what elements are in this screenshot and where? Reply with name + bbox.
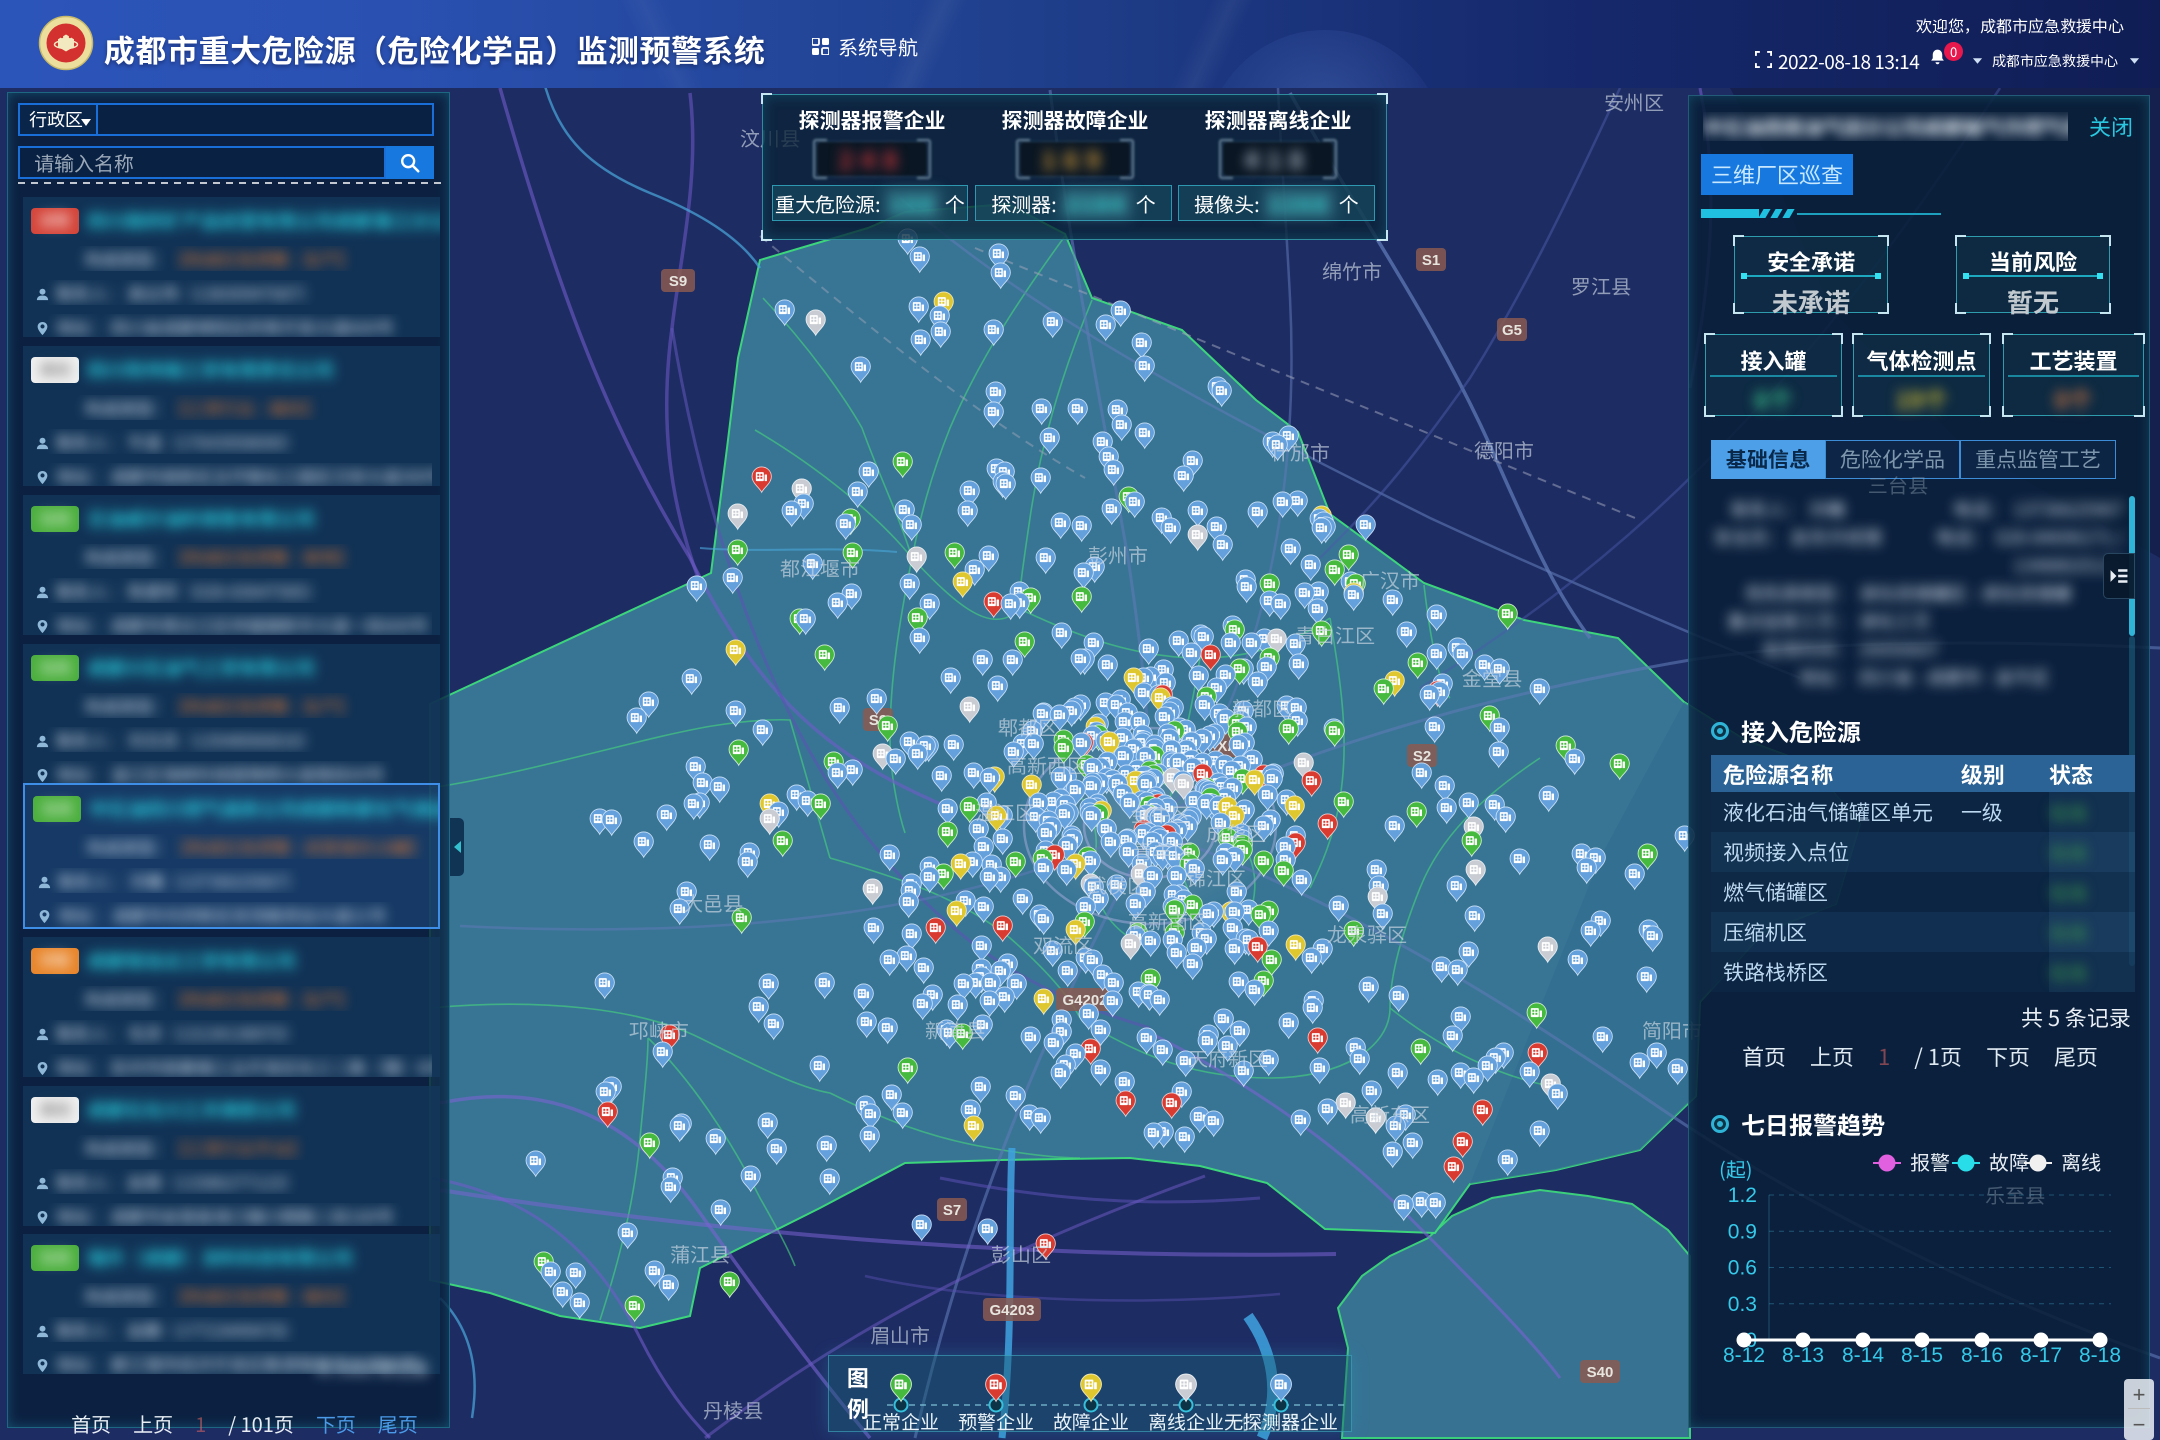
svg-text:锦江区: 锦江区 bbox=[1186, 863, 1246, 892]
svg-text:绵竹市: 绵竹市 bbox=[1322, 256, 1382, 285]
svg-text:眉山市: 眉山市 bbox=[870, 1320, 930, 1349]
svg-text:高新东区: 高新东区 bbox=[1350, 1099, 1430, 1128]
svg-text:丹棱县: 丹棱县 bbox=[703, 1395, 763, 1424]
svg-text:青羊区: 青羊区 bbox=[1133, 836, 1193, 865]
svg-text:金牛区: 金牛区 bbox=[1131, 799, 1191, 828]
svg-text:S2: S2 bbox=[1413, 748, 1431, 765]
svg-text:青白江区: 青白江区 bbox=[1295, 620, 1375, 649]
svg-text:双流区: 双流区 bbox=[1033, 930, 1093, 959]
svg-text:郫都区: 郫都区 bbox=[998, 712, 1058, 741]
svg-text:G4203: G4203 bbox=[989, 1302, 1034, 1319]
svg-text:G5: G5 bbox=[1502, 322, 1522, 339]
svg-text:武侯区: 武侯区 bbox=[1087, 870, 1147, 899]
svg-text:彭山区: 彭山区 bbox=[991, 1239, 1051, 1268]
svg-text:1.2: 1.2 bbox=[1728, 1184, 1757, 1207]
svg-text:广汉市: 广汉市 bbox=[1360, 565, 1420, 594]
svg-text:成华区: 成华区 bbox=[1206, 818, 1266, 847]
svg-text:S7: S7 bbox=[943, 1202, 961, 1219]
svg-text:金堂县: 金堂县 bbox=[1462, 663, 1522, 692]
svg-text:0.9: 0.9 bbox=[1728, 1220, 1757, 1243]
svg-text:德阳市: 德阳市 bbox=[1474, 435, 1534, 464]
svg-text:彭州市: 彭州市 bbox=[1088, 540, 1148, 569]
svg-text:罗江县: 罗江县 bbox=[1571, 271, 1631, 300]
svg-text:0.6: 0.6 bbox=[1728, 1257, 1757, 1280]
svg-text:新都区: 新都区 bbox=[1232, 693, 1292, 722]
svg-text:0.3: 0.3 bbox=[1728, 1293, 1757, 1316]
svg-text:高新南区: 高新南区 bbox=[1128, 906, 1208, 935]
svg-text:报警: 报警 bbox=[1910, 1147, 1950, 1176]
svg-text:S9: S9 bbox=[669, 273, 687, 290]
svg-text:什邡市: 什邡市 bbox=[1270, 437, 1330, 466]
svg-text:温江区: 温江区 bbox=[975, 797, 1035, 826]
svg-text:S40: S40 bbox=[1587, 1364, 1614, 1381]
svg-text:大邑县: 大邑县 bbox=[683, 888, 743, 917]
svg-text:新津县: 新津县 bbox=[925, 1015, 985, 1044]
svg-text:(起): (起) bbox=[1719, 1154, 1753, 1183]
svg-text:安州区: 安州区 bbox=[1604, 88, 1664, 116]
svg-text:天府新区: 天府新区 bbox=[1188, 1043, 1268, 1072]
svg-text:S1: S1 bbox=[1422, 252, 1440, 269]
svg-text:龙泉驿区: 龙泉驿区 bbox=[1327, 919, 1407, 948]
svg-text:都江堰市: 都江堰市 bbox=[780, 553, 860, 582]
svg-text:故障: 故障 bbox=[1989, 1147, 2029, 1176]
svg-text:邛崃市: 邛崃市 bbox=[629, 1015, 689, 1044]
svg-text:离线: 离线 bbox=[2061, 1147, 2101, 1176]
svg-text:高新西区: 高新西区 bbox=[1007, 750, 1087, 779]
svg-text:蒲江县: 蒲江县 bbox=[670, 1239, 730, 1268]
